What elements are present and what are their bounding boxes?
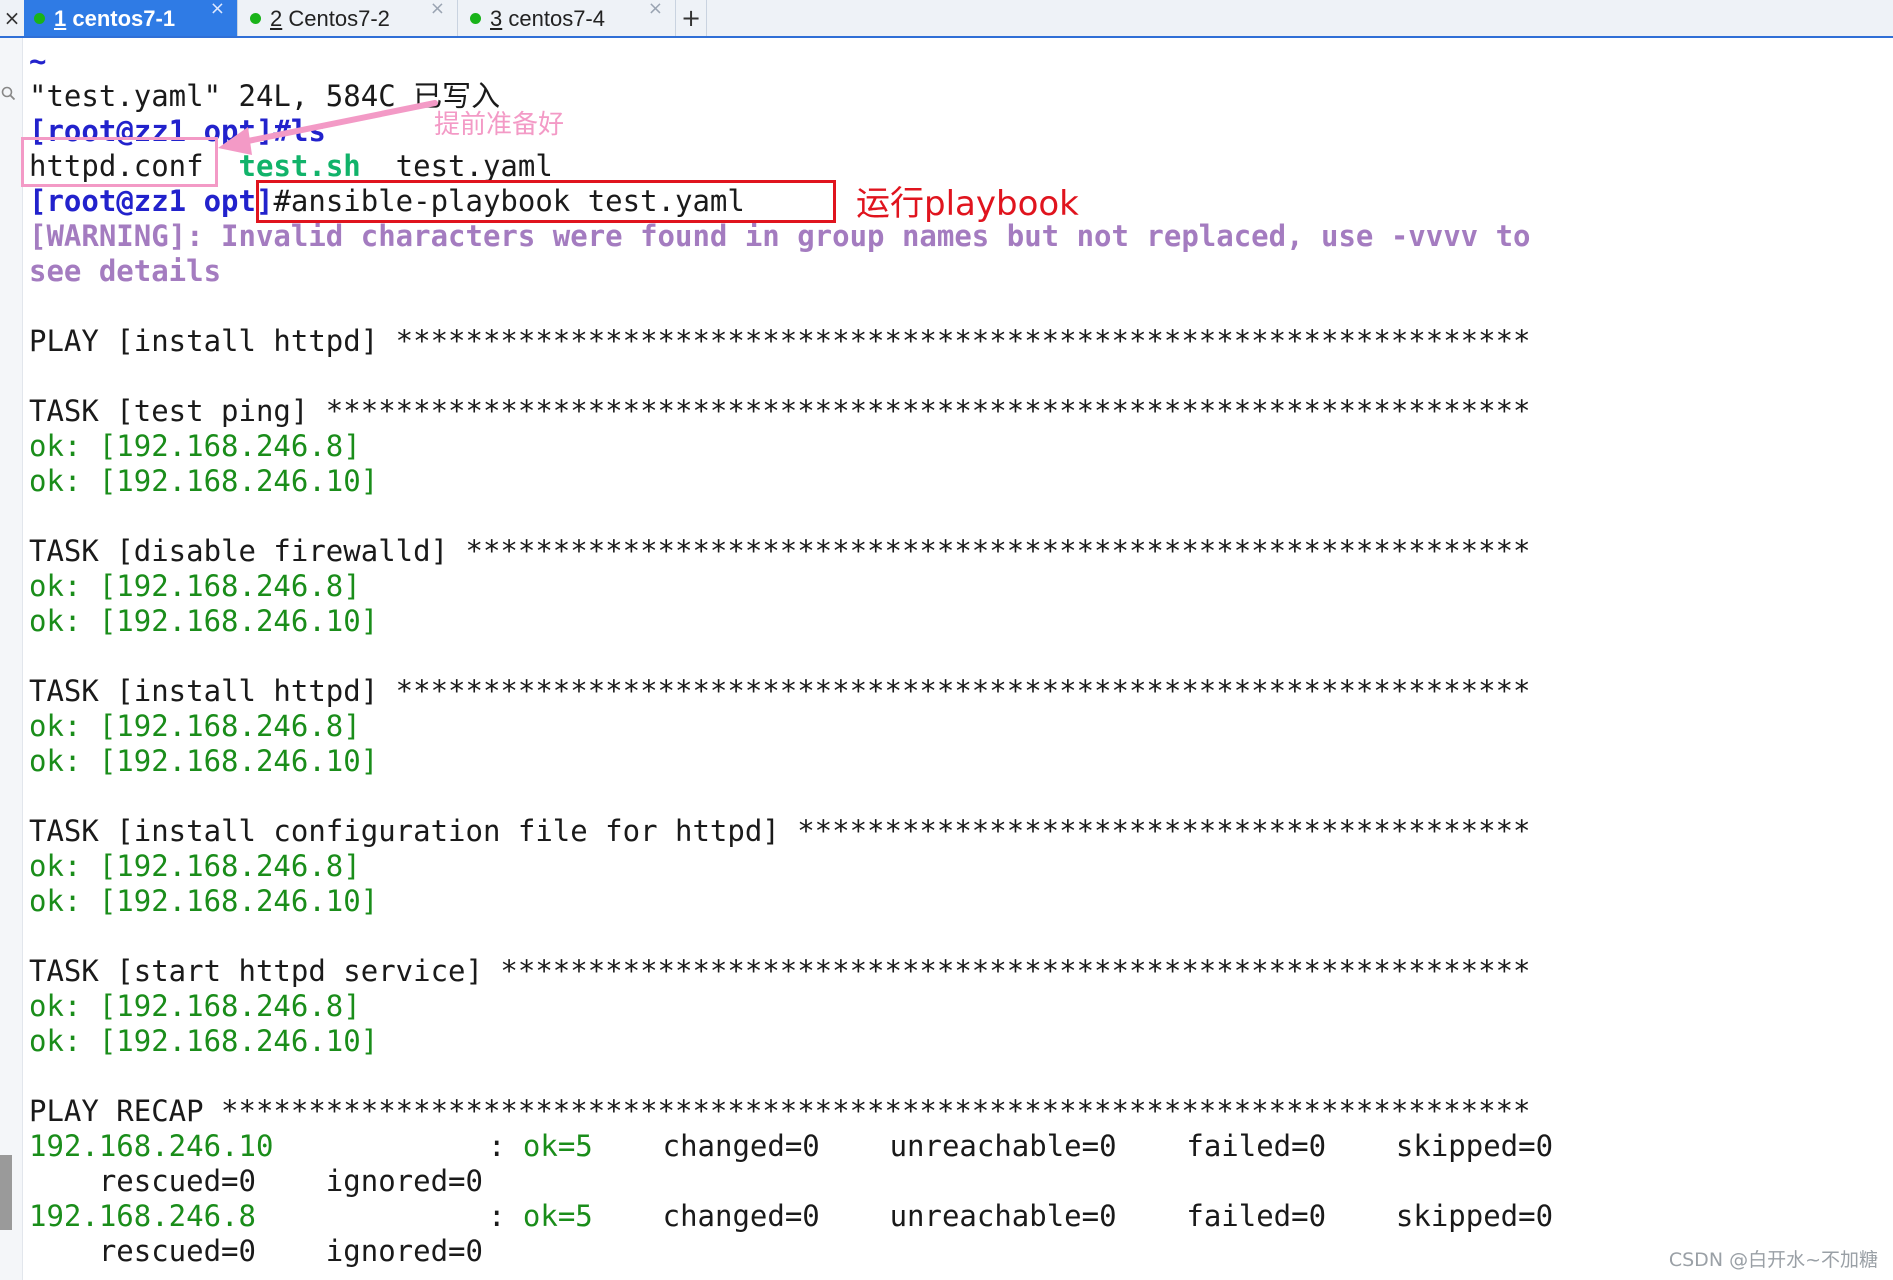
pink-arrow-icon: [218, 100, 438, 155]
tab-centos7-1[interactable]: 1 centos7-1 ×: [24, 0, 238, 36]
tab-label: 2 Centos7-2: [270, 6, 390, 31]
recap-host: 192.168.246.8: [29, 1199, 256, 1233]
run-annotation: 运行playbook: [856, 184, 1079, 224]
task-result-ok: ok: [192.168.246.10]: [29, 604, 379, 638]
task-header: TASK [test ping] ***********************…: [29, 394, 1531, 428]
add-tab-button[interactable]: +: [676, 0, 707, 36]
play-header: PLAY [install httpd] *******************…: [29, 324, 1531, 358]
tab-centos7-2[interactable]: 2 Centos7-2 ×: [240, 0, 458, 36]
close-all-icon[interactable]: ×: [0, 0, 24, 36]
left-gutter: [0, 38, 23, 1280]
connected-status-icon: [470, 13, 481, 24]
recap-row-cont: rescued=0 ignored=0: [29, 1164, 483, 1198]
recap-ok: ok=5: [522, 1199, 593, 1233]
task-result-ok: ok: [192.168.246.10]: [29, 464, 379, 498]
task-result-ok: ok: [192.168.246.10]: [29, 884, 379, 918]
task-result-ok: ok: [192.168.246.8]: [29, 709, 361, 743]
recap-stats: changed=0 unreachable=0 failed=0 skipped…: [592, 1199, 1554, 1233]
recap-row-cont: rescued=0 ignored=0: [29, 1234, 483, 1268]
recap-sep: :: [488, 1199, 523, 1233]
task-header: TASK [start httpd service] *************…: [29, 954, 1531, 988]
recap-row: 192.168.246.10: ok=5 changed=0 unreachab…: [29, 1129, 1553, 1164]
task-result-ok: ok: [192.168.246.8]: [29, 569, 361, 603]
close-tab-icon[interactable]: ×: [430, 0, 445, 19]
task-header: TASK [install configuration file for htt…: [29, 814, 1531, 848]
search-icon[interactable]: [1, 86, 15, 100]
recap-row: 192.168.246.8: ok=5 changed=0 unreachabl…: [29, 1199, 1553, 1234]
recap-sep: :: [488, 1129, 523, 1163]
close-tab-icon[interactable]: ×: [648, 0, 663, 19]
task-result-ok: ok: [192.168.246.8]: [29, 429, 361, 463]
tab-label: 1 centos7-1: [54, 6, 176, 31]
scrollbar-thumb[interactable]: [0, 1155, 12, 1230]
recap-ok: ok=5: [522, 1129, 593, 1163]
close-tab-icon[interactable]: ×: [210, 0, 225, 19]
task-result-ok: ok: [192.168.246.8]: [29, 989, 361, 1023]
tab-centos7-4[interactable]: 3 centos7-4 ×: [460, 0, 676, 36]
watermark: CSDN @白开水~不加糖: [1668, 1249, 1878, 1271]
task-result-ok: ok: [192.168.246.10]: [29, 1024, 379, 1058]
recap-header: PLAY RECAP *****************************…: [29, 1094, 1531, 1128]
terminal-line: ~: [29, 44, 47, 78]
task-header: TASK [install httpd] *******************…: [29, 674, 1531, 708]
shell-prompt: [root@zz1 opt]: [29, 184, 274, 218]
task-header: TASK [disable firewalld] ***************…: [29, 534, 1531, 568]
task-result-ok: ok: [192.168.246.8]: [29, 849, 361, 883]
recap-host: 192.168.246.10: [29, 1129, 274, 1163]
warning-line: see details: [29, 254, 222, 288]
warning-line: [WARNING]: Invalid characters were found…: [29, 219, 1531, 253]
tab-label: 3 centos7-4: [490, 6, 605, 31]
tab-bar: × 1 centos7-1 × 2 Centos7-2 × 3 centos7-…: [0, 0, 1893, 38]
task-result-ok: ok: [192.168.246.10]: [29, 744, 379, 778]
prepared-annotation: 提前准备好: [434, 110, 565, 140]
connected-status-icon: [34, 13, 45, 24]
connected-status-icon: [250, 13, 261, 24]
recap-stats: changed=0 unreachable=0 failed=0 skipped…: [592, 1129, 1554, 1163]
prepared-files-highlight: [21, 137, 218, 187]
command-highlight: [256, 180, 836, 223]
